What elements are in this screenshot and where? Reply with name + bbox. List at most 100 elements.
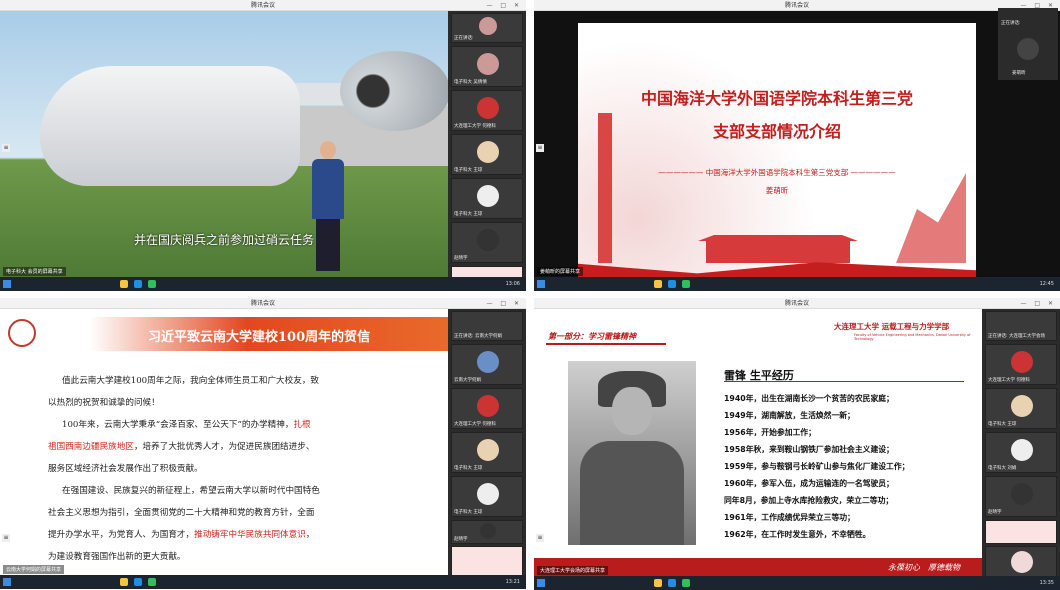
windows-start-icon[interactable] xyxy=(537,280,545,288)
participant-panel: 正在讲话: 电子科大 吴倩倩 大连理工大学 何德科 电子科大 王琼 电子科大 王… xyxy=(448,11,526,286)
panel-toggle-icon[interactable]: ≡ xyxy=(536,144,544,152)
ppt-slide: 中国海洋大学外国语学院本科生第三党 支部支部情况介绍 —————— 中国海洋大学… xyxy=(578,23,976,277)
university-subtitle: Faculty of Vehicle Engineering and Mecha… xyxy=(854,333,971,341)
chat-app-icon[interactable] xyxy=(682,280,690,288)
avatar xyxy=(1011,551,1033,573)
window-controls[interactable]: — □ ✕ xyxy=(486,298,522,309)
university-name: 大连理工大学 运载工程与力学学部 xyxy=(834,322,950,331)
letter-line: 以热烈的祝贺和诚挚的问候！ xyxy=(48,398,160,408)
heading-rule xyxy=(724,381,964,382)
participant-tile[interactable]: 大连理工大学 何德科 xyxy=(451,388,523,429)
letter-line: 在强国建设、民族复兴的新征程上，希望云南大学以新时代中国特色 xyxy=(62,486,320,496)
panel-toggle-icon[interactable]: ≡ xyxy=(2,534,10,542)
folder-icon[interactable] xyxy=(120,280,128,288)
participant-tile[interactable]: 电子科大 王琼 xyxy=(451,178,523,219)
letter-line: 祖国西南边疆民族地区，培养了大批优秀人才，为促进民族团结进步、 xyxy=(48,442,315,452)
participant-tile[interactable]: 云南大学何娟 xyxy=(451,344,523,385)
taskbar-clock: 13:06 xyxy=(505,281,520,287)
participant-tile[interactable]: 电子科大 王琼 xyxy=(985,388,1057,429)
participant-tile[interactable]: 赵晴宇 xyxy=(451,222,523,263)
folder-icon[interactable] xyxy=(120,578,128,586)
letter-line: 服务区域经济社会发展作出了积极贡献。 xyxy=(48,464,203,474)
window-title: 腾讯会议 xyxy=(250,300,275,307)
letter-line: 提升办学水平，为党育人、为国育才，推动铸牢中华民族共同体意识， xyxy=(48,530,315,540)
share-label: 云南大学何娟的屏幕共享 xyxy=(3,565,65,574)
windows-start-icon[interactable] xyxy=(3,578,11,586)
chat-app-icon[interactable] xyxy=(682,579,690,587)
participant-tile[interactable]: 正在讲话: 大连理工大学会场 xyxy=(985,311,1057,341)
aircraft-engine xyxy=(340,51,448,131)
participant-panel: 正在讲话: 云南大学何娟 云南大学何娟 大连理工大学 何德科 电子科大 王琼 电… xyxy=(448,309,526,584)
avatar xyxy=(477,439,499,461)
avatar xyxy=(1011,395,1033,417)
speaking-label: 正在讲话: xyxy=(1001,21,1021,26)
window-title: 腾讯会议 xyxy=(784,2,809,9)
slide-title: 习近平致云南大学建校100周年的贺信 xyxy=(148,330,371,345)
participant-tile[interactable]: 电子科大 吴倩倩 xyxy=(451,46,523,87)
share-label: 姜萌昕的屏幕共享 xyxy=(537,267,584,276)
timeline-item: 1956年，开始参加工作； xyxy=(724,428,816,437)
avatar xyxy=(479,17,497,35)
windows-start-icon[interactable] xyxy=(537,579,545,587)
window-controls[interactable]: — □ ✕ xyxy=(486,0,522,11)
folder-icon[interactable] xyxy=(654,280,662,288)
title-bar: 腾讯会议 — □ ✕ xyxy=(0,298,526,309)
meeting-window-3: 腾讯会议 — □ ✕ 习近平致云南大学建校100周年的贺信 值此云南大学建校100… xyxy=(0,298,526,589)
window-title: 腾讯会议 xyxy=(250,2,275,9)
letter-line: 值此云南大学建校100周年之际，我向全体师生员工和广大校友，致 xyxy=(62,376,320,386)
windows-start-icon[interactable] xyxy=(3,280,11,288)
section-underline xyxy=(546,343,666,345)
meeting-app-icon[interactable] xyxy=(668,579,676,587)
taskbar: 12:45 xyxy=(534,277,1060,291)
avatar xyxy=(477,351,499,373)
slide-title-line1: 中国海洋大学外国语学院本科生第三党 xyxy=(640,89,913,108)
letter-line: 100年来，云南大学秉承“会泽百家、至公天下”的办学精神，扎根 xyxy=(62,420,311,430)
title-bar: 腾讯会议 — □ ✕ xyxy=(534,298,1060,309)
avatar xyxy=(477,185,499,207)
taskbar-clock: 13:35 xyxy=(1039,580,1054,586)
avatar xyxy=(477,395,499,417)
folder-icon[interactable] xyxy=(654,579,662,587)
window-controls[interactable]: — □ ✕ xyxy=(1020,298,1056,309)
portrait-photo xyxy=(568,361,696,545)
avatar xyxy=(1011,483,1033,505)
participant-tile[interactable]: 电子科大 王琼 xyxy=(451,432,523,473)
meeting-app-icon[interactable] xyxy=(134,280,142,288)
participant-tile[interactable] xyxy=(985,520,1057,544)
meeting-window-2: 腾讯会议 — □ ✕ 中国海洋大学外国语学院本科生第三党 支部支部情况介绍 ———… xyxy=(534,0,1060,291)
chat-app-icon[interactable] xyxy=(148,280,156,288)
share-label: 大连理工大学会场的屏幕共享 xyxy=(537,566,609,575)
participant-tile[interactable]: 正在讲话: xyxy=(451,13,523,43)
letter-line: 社会主义思想为指引，全面贯彻党的二十大精神和党的教育方针，全面 xyxy=(48,508,315,518)
participant-tile[interactable]: 正在讲话: 云南大学何娟 xyxy=(451,311,523,341)
aircraft-fuselage xyxy=(40,66,300,186)
participant-tile[interactable]: 电子科大 王琼 xyxy=(451,476,523,517)
letter-line: 为建设教育强国作出新的更大贡献。 xyxy=(48,552,186,562)
chat-app-icon[interactable] xyxy=(148,578,156,586)
title-bar: 腾讯会议 — □ ✕ xyxy=(0,0,526,11)
meeting-window-4: 腾讯会议 — □ ✕ 第一部分：学习雷锋精神 大连理工大学 运载工程与力学学部 F… xyxy=(534,298,1060,590)
participant-tile[interactable]: 电子科大 王琼 xyxy=(451,134,523,175)
timeline-item: 1961年，工作成绩优异荣立三等功； xyxy=(724,513,855,522)
avatar xyxy=(477,483,499,505)
meeting-app-icon[interactable] xyxy=(668,280,676,288)
participant-tile[interactable]: 大连理工大学 何德科 xyxy=(451,90,523,131)
section-title: 第一部分：学习雷锋精神 xyxy=(548,332,636,341)
panel-toggle-icon[interactable]: ≡ xyxy=(2,144,10,152)
participant-tile[interactable]: 赵晴宇 xyxy=(985,476,1057,517)
taskbar-clock: 13:21 xyxy=(505,579,520,585)
timeline-item: 1940年，出生在湖南长沙一个贫苦的农民家庭； xyxy=(724,394,894,403)
avatar xyxy=(1011,439,1033,461)
panel-toggle-icon[interactable]: ≡ xyxy=(536,534,544,542)
participant-tile[interactable]: 赵晴宇 xyxy=(451,520,523,544)
taskbar: 13:21 xyxy=(0,575,526,589)
timeline-item: 1949年，湖南解放，生活焕然一新； xyxy=(724,411,855,420)
avatar xyxy=(477,229,499,251)
participant-tile[interactable]: 大连理工大学 何德科 xyxy=(985,344,1057,385)
video-subtitle: 并在国庆阅兵之前参加过硝云任务 xyxy=(133,233,314,247)
participant-tile[interactable]: 电子科大 刘娟 xyxy=(985,432,1057,473)
ppt-slide: 第一部分：学习雷锋精神 大连理工大学 运载工程与力学学部 Faculty of … xyxy=(534,309,982,576)
taskbar: 13:06 xyxy=(0,277,526,291)
meeting-window-1: 腾讯会议 — □ ✕ 并在国庆阅兵之前参加过硝云任务 ≡ 正在讲话: 电子科大 吴… xyxy=(0,0,526,291)
meeting-app-icon[interactable] xyxy=(134,578,142,586)
